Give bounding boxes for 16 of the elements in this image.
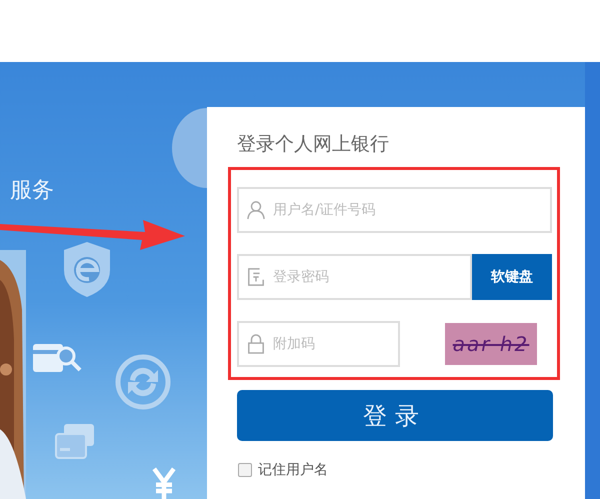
slogan-text: 服务 — [10, 177, 54, 205]
login-button[interactable]: 登录 — [237, 390, 553, 441]
user-icon — [247, 200, 265, 220]
lock-icon — [247, 334, 265, 354]
checkbox-label: 记住用户名 — [258, 461, 328, 479]
panel-title: 登录个人网上银行 — [237, 132, 390, 157]
password-icon — [247, 267, 265, 287]
sync-icon — [115, 352, 171, 412]
checkbox[interactable] — [238, 463, 252, 477]
input-field[interactable]: 附加码 — [237, 321, 400, 367]
shield-e-icon — [62, 240, 112, 298]
input-field[interactable]: 登录密码 — [237, 254, 472, 300]
input-field[interactable]: 用户名/证件号码 — [237, 187, 552, 233]
yen-icon — [150, 467, 178, 499]
captcha-code[interactable]: aar h2 — [445, 323, 537, 365]
keyboard-button[interactable]: 软键盘 — [472, 254, 552, 300]
